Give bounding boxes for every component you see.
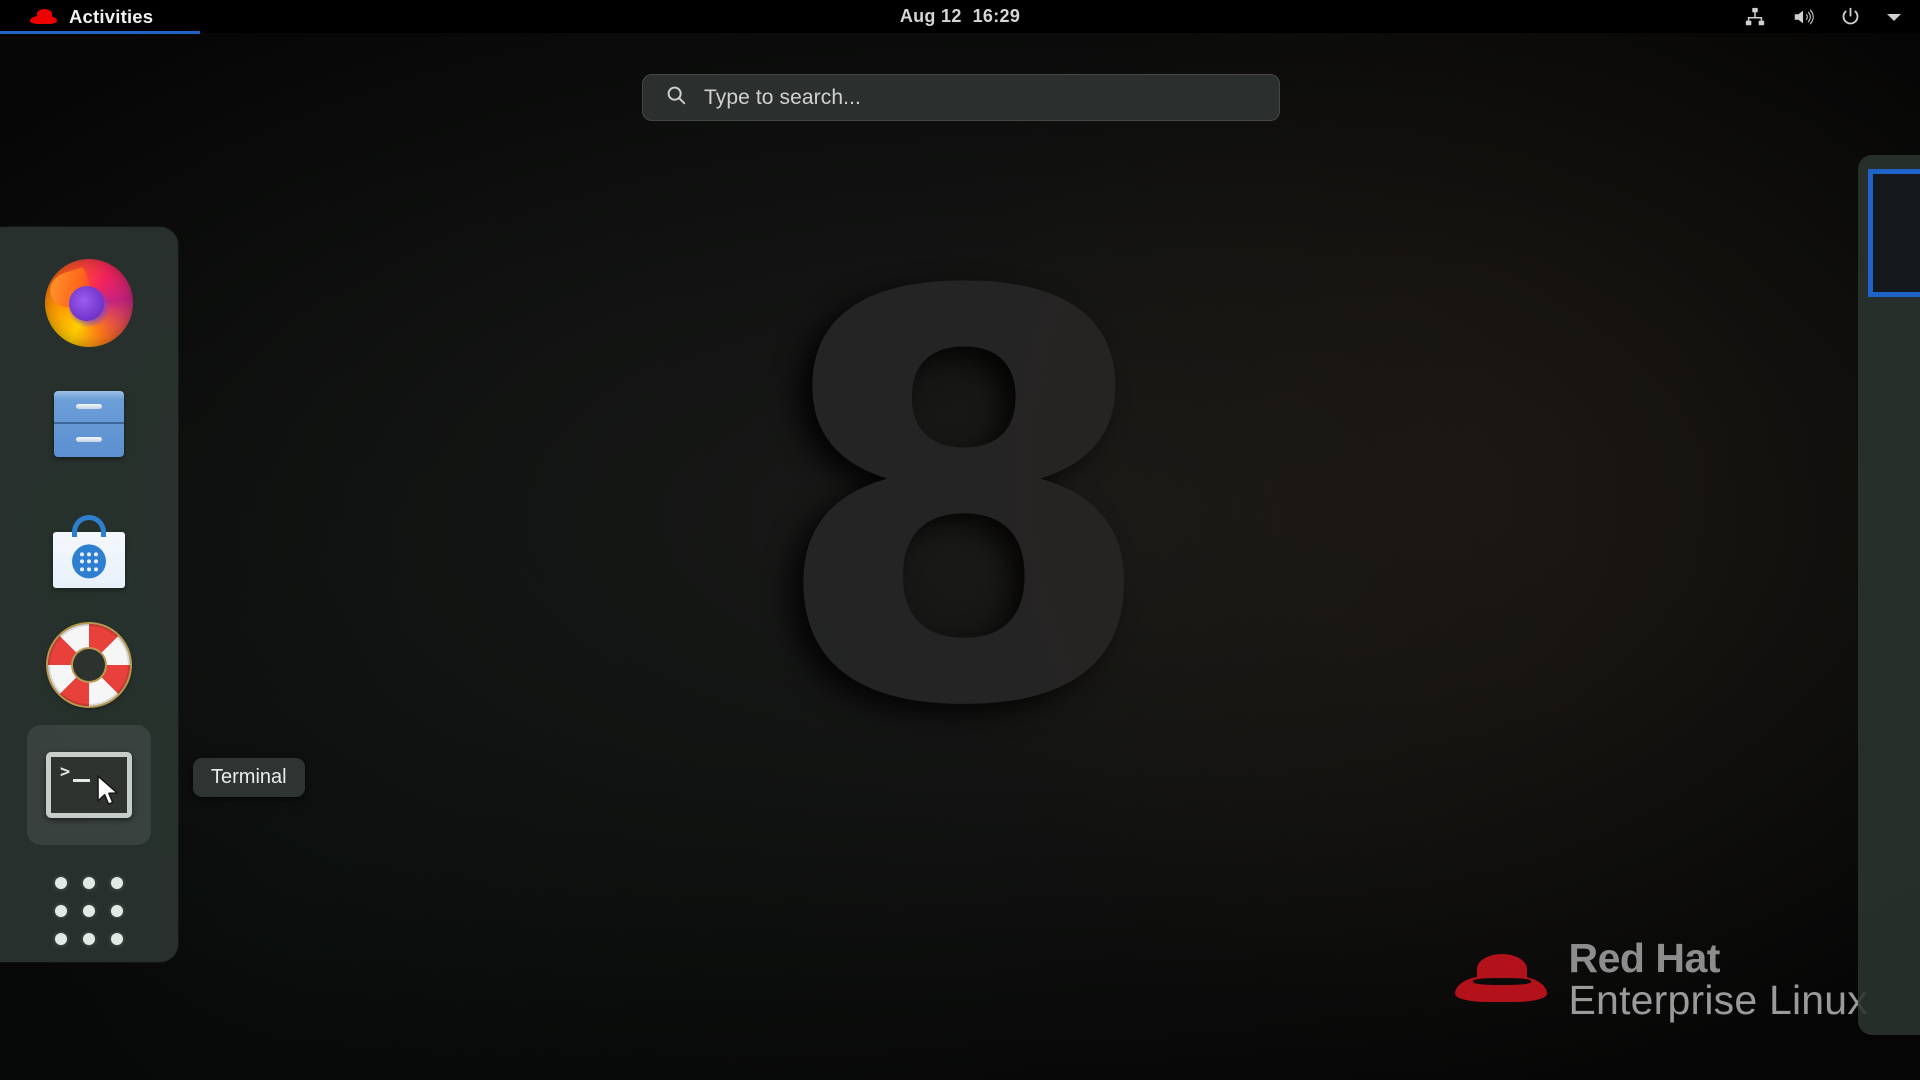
files-cabinet-icon (45, 380, 133, 468)
network-wired-icon[interactable] (1744, 6, 1766, 28)
dock-item-software[interactable] (27, 484, 151, 604)
lifebuoy-help-icon (48, 623, 130, 706)
dock-item-terminal[interactable]: > (27, 724, 151, 846)
power-icon[interactable] (1840, 6, 1861, 27)
brand-line-enterprise-linux: Enterprise Linux (1568, 977, 1868, 1024)
desktop-background: 8 Red Hat Enterprise Linux (0, 0, 1920, 1080)
show-applications-button[interactable] (27, 859, 151, 962)
workspace-switcher[interactable] (1858, 155, 1920, 1035)
dock-item-help[interactable] (27, 604, 151, 724)
status-area[interactable] (1744, 0, 1902, 33)
software-bag-icon (45, 500, 133, 589)
app-grid-icon (55, 876, 123, 945)
wallpaper-numeral: 8 (769, 177, 1159, 829)
firefox-icon (45, 259, 133, 348)
top-bar: Activities Aug 12 16:29 (0, 0, 1920, 34)
clock-time: 16:29 (972, 6, 1021, 26)
dock-item-firefox[interactable] (27, 243, 151, 363)
volume-speaker-icon[interactable] (1791, 6, 1815, 28)
search-icon (665, 84, 687, 111)
dock-item-files[interactable] (27, 363, 151, 483)
terminal-icon: > (46, 752, 132, 819)
dock: > (0, 227, 178, 962)
brand-line-redhat: Red Hat (1568, 935, 1721, 982)
clock-date: Aug 12 (899, 6, 962, 26)
redhat-branding: Red Hat Enterprise Linux (1454, 935, 1868, 1024)
workspace-thumbnail-active[interactable] (1868, 169, 1920, 297)
chevron-down-icon[interactable] (1886, 11, 1902, 23)
redhat-fedora-icon (1454, 952, 1547, 1008)
search-placeholder: Type to search... (704, 85, 861, 109)
clock-button[interactable]: Aug 12 16:29 (0, 0, 1920, 33)
dock-tooltip: Terminal (193, 758, 305, 797)
search-input[interactable]: Type to search... (642, 74, 1280, 121)
